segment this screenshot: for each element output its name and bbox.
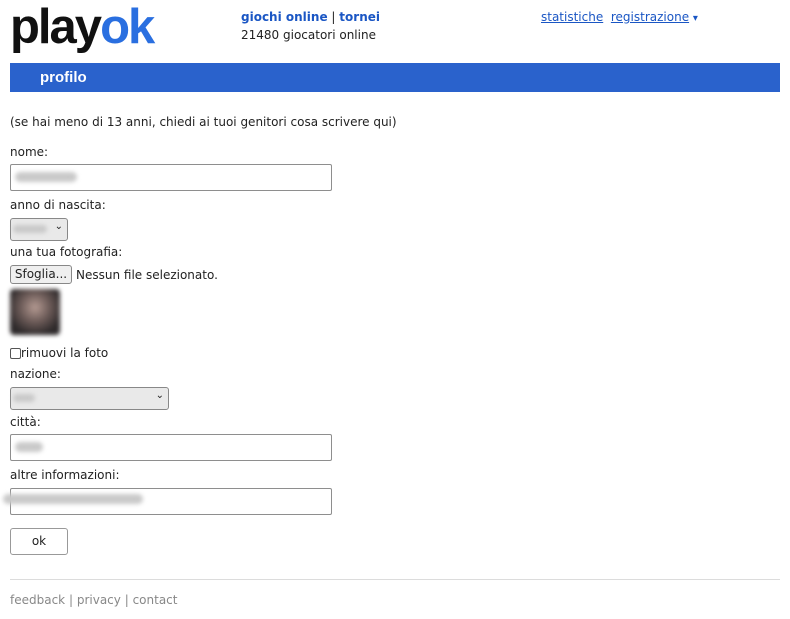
country-label: nazione:	[10, 367, 61, 381]
photo-label: una tua fotografia:	[10, 245, 123, 259]
name-label: nome:	[10, 145, 49, 159]
footer-divider	[10, 579, 780, 580]
chevron-down-icon: ⌄	[155, 390, 164, 401]
players-online: 21480 giocatori online	[241, 28, 376, 42]
footer-sep: |	[68, 593, 73, 607]
city-field[interactable]	[10, 434, 332, 461]
feedback-link[interactable]: feedback	[10, 593, 65, 607]
logo-ok: ok	[100, 0, 155, 54]
birth-year-select[interactable]: ⌄	[10, 218, 68, 241]
city-label: città:	[10, 415, 41, 429]
top-nav: giochi online | tornei 21480 giocatori o…	[241, 8, 380, 44]
nav-separator: |	[331, 10, 336, 24]
section-header: profilo	[10, 63, 780, 92]
tournaments-link[interactable]: tornei	[339, 10, 380, 24]
stats-link[interactable]: statistiche	[541, 10, 603, 24]
chevron-down-icon: ⌄	[54, 221, 63, 232]
redacted-value	[15, 442, 43, 452]
footer: feedback | privacy | contact	[10, 593, 177, 607]
contact-link[interactable]: contact	[133, 593, 178, 607]
name-field[interactable]	[10, 164, 332, 191]
register-link[interactable]: registrazione	[611, 10, 689, 24]
ok-button[interactable]: ok	[10, 528, 68, 555]
country-select[interactable]: ⌄	[10, 387, 169, 410]
redacted-value	[13, 394, 35, 402]
privacy-link[interactable]: privacy	[77, 593, 121, 607]
redacted-value	[13, 225, 47, 233]
other-info-label: altre informazioni:	[10, 468, 120, 482]
logo-play: play	[10, 0, 102, 54]
age-notice: (se hai meno di 13 anni, chiedi ai tuoi …	[10, 115, 397, 129]
top-right-nav: statistiche registrazione ▾	[541, 8, 698, 28]
chevron-down-icon[interactable]: ▾	[693, 13, 698, 24]
birth-year-label: anno di nascita:	[10, 198, 106, 212]
remove-photo-label: rimuovi la foto	[21, 346, 109, 360]
browse-button[interactable]: Sfoglia...	[10, 265, 72, 284]
profile-photo	[10, 289, 60, 335]
no-file-text: Nessun file selezionato.	[76, 268, 218, 282]
other-info-field[interactable]	[3, 488, 332, 515]
playok-logo[interactable]: playok	[10, 3, 220, 52]
redacted-value	[3, 494, 143, 504]
footer-sep: |	[124, 593, 129, 607]
page-title: profilo	[40, 69, 87, 86]
games-link[interactable]: giochi online	[241, 10, 328, 24]
redacted-value	[15, 172, 77, 182]
remove-photo-checkbox[interactable]	[10, 348, 21, 359]
